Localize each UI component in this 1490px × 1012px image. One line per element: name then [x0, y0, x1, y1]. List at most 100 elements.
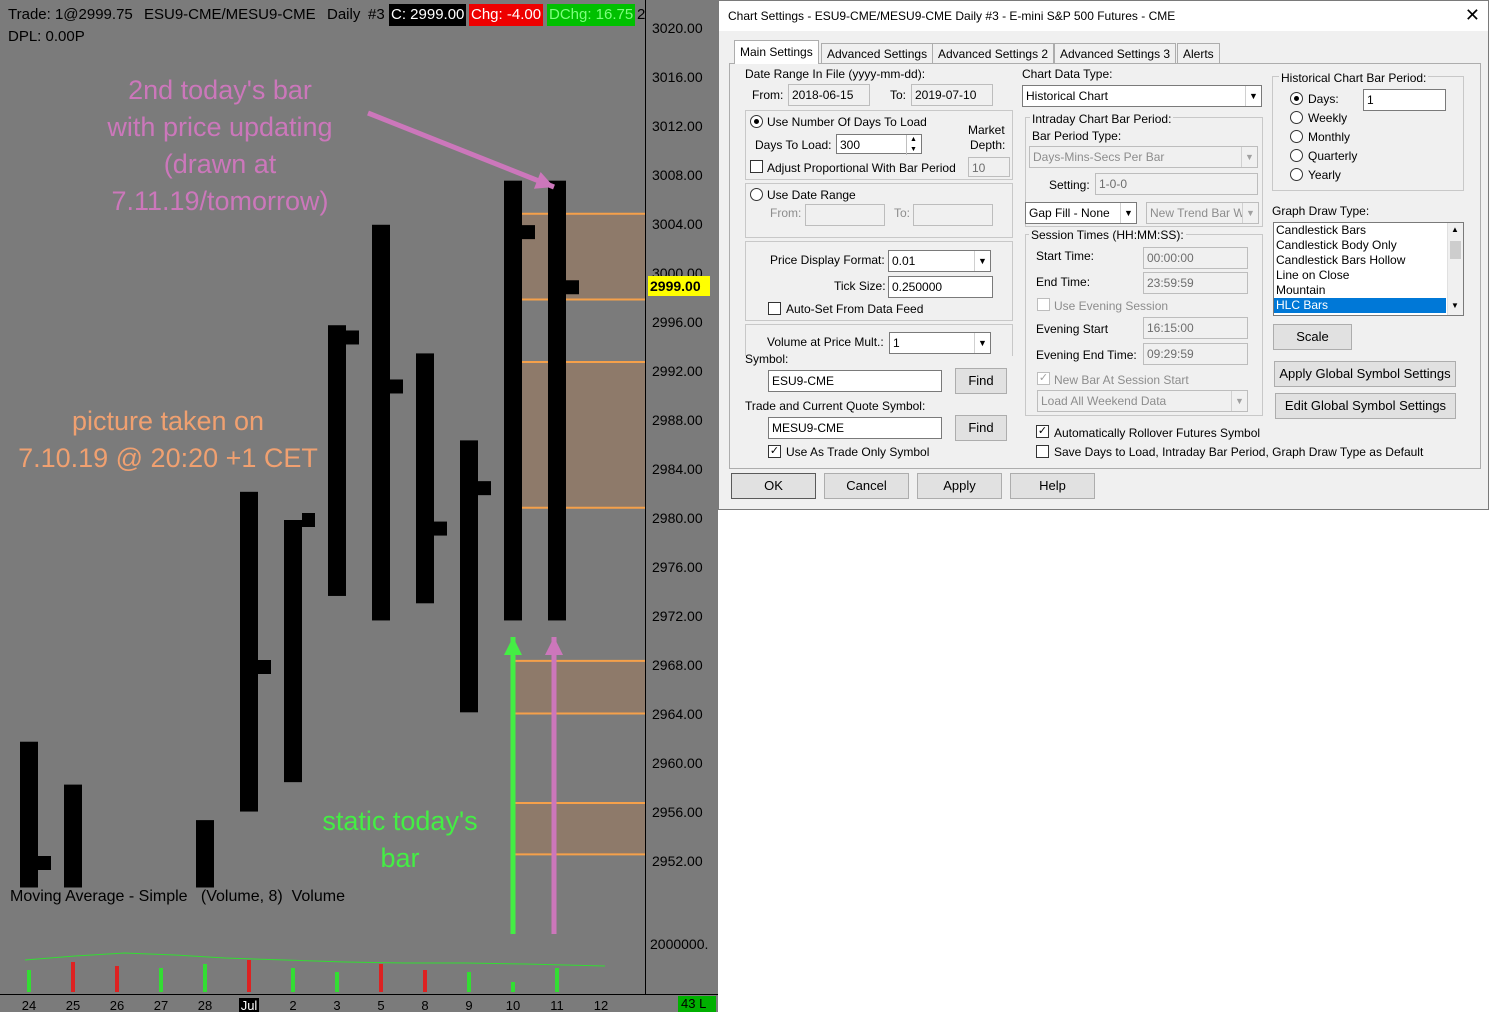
- symbol-field[interactable]: ESU9-CME: [768, 370, 942, 392]
- price-format-value: 0.01: [892, 254, 916, 268]
- price-axis-label: 2976.00: [652, 559, 703, 575]
- vap-value: 1: [893, 336, 900, 350]
- volume-moving-average-line: [24, 952, 606, 967]
- list-item[interactable]: Mountain: [1274, 283, 1446, 298]
- close-tick: [302, 513, 315, 527]
- gap-fill-value: Gap Fill - None: [1029, 206, 1110, 220]
- trade-only-checkbox[interactable]: ✓: [768, 445, 781, 458]
- volume-bar: [71, 962, 75, 992]
- volume-bar: [423, 970, 427, 992]
- close-tick: [566, 280, 579, 295]
- trade-symbol-label: Trade and Current Quote Symbol:: [745, 399, 926, 413]
- close-icon[interactable]: ✕: [1465, 5, 1480, 25]
- time-axis-label: 10: [505, 998, 521, 1012]
- use-date-range-label: Use Date Range: [767, 188, 856, 202]
- use-evening-label: Use Evening Session: [1054, 299, 1169, 313]
- list-item[interactable]: Line on Close: [1274, 268, 1446, 283]
- tab-main-settings[interactable]: Main Settings: [734, 40, 819, 64]
- use-days-radio[interactable]: [750, 115, 763, 128]
- volume-axis-label: 2000000.: [650, 936, 709, 952]
- from-label: From:: [752, 88, 784, 102]
- symbol-find-button[interactable]: Find: [955, 368, 1007, 394]
- chevron-down-icon: ▼: [1120, 203, 1136, 223]
- chevron-up-icon[interactable]: ▲: [1451, 225, 1459, 234]
- close-tick: [434, 521, 447, 536]
- cancel-button[interactable]: Cancel: [824, 473, 909, 499]
- new-trend-bar-select: New Trend Bar W ▼: [1146, 202, 1259, 224]
- annotation-line: (drawn at: [163, 149, 277, 179]
- annotation-second-bar: 2nd today's bar with price updating (dra…: [60, 72, 380, 220]
- market-depth-field: 10: [968, 157, 1010, 177]
- chart-instance: #3: [368, 6, 385, 23]
- volume-bar: [291, 968, 295, 992]
- time-axis-label: 3: [333, 998, 341, 1012]
- price-axis-label: 2952.00: [652, 853, 703, 869]
- annotation-arrow-top: [367, 110, 555, 190]
- save-default-checkbox[interactable]: [1036, 445, 1049, 458]
- apply-button[interactable]: Apply: [917, 473, 1002, 499]
- use-date-range-radio[interactable]: [750, 188, 763, 201]
- tab-alerts[interactable]: Alerts: [1177, 43, 1220, 63]
- volume-value-box: 43 L: [678, 996, 716, 1012]
- period-monthly-radio[interactable]: [1290, 130, 1303, 143]
- list-item[interactable]: Candlestick Bars: [1274, 223, 1446, 238]
- graph-draw-type-list[interactable]: Candlestick Bars Candlestick Body Only C…: [1273, 222, 1464, 316]
- time-axis-label: 12: [593, 998, 609, 1012]
- price-bar: [284, 520, 302, 783]
- tab-advanced-settings[interactable]: Advanced Settings: [821, 43, 934, 63]
- scrollbar-thumb[interactable]: [1450, 241, 1461, 259]
- period-weekly-label: Weekly: [1308, 111, 1348, 125]
- period-yearly-radio[interactable]: [1290, 168, 1303, 181]
- period-quarterly-radio[interactable]: [1290, 149, 1303, 162]
- auto-set-checkbox[interactable]: [768, 302, 781, 315]
- days-spinner[interactable]: ▲ ▼: [906, 135, 920, 155]
- tab-advanced-settings-2[interactable]: Advanced Settings 2: [932, 43, 1055, 63]
- auto-rollover-checkbox[interactable]: ✓: [1036, 425, 1049, 438]
- period-weekly-radio[interactable]: [1290, 111, 1303, 124]
- time-axis-label: 26: [109, 998, 125, 1012]
- vap-select[interactable]: 1 ▼: [889, 332, 991, 354]
- time-axis-label: 9: [465, 998, 473, 1012]
- list-item-selected[interactable]: HLC Bars: [1274, 298, 1446, 313]
- tab-advanced-settings-3[interactable]: Advanced Settings 3: [1054, 43, 1177, 63]
- chart-data-type-value: Historical Chart: [1026, 89, 1109, 103]
- list-item[interactable]: Candlestick Body Only: [1274, 238, 1446, 253]
- dialog-title-bar[interactable]: Chart Settings - ESU9-CME/MESU9-CME Dail…: [719, 1, 1488, 31]
- close-price-box: C: 2999.00: [389, 4, 467, 26]
- adjust-proportional-checkbox[interactable]: [750, 160, 763, 173]
- apply-global-settings-button[interactable]: Apply Global Symbol Settings: [1274, 361, 1456, 387]
- chart-data-type-select[interactable]: Historical Chart ▼: [1022, 85, 1262, 107]
- time-axis-label: 25: [65, 998, 81, 1012]
- price-format-select[interactable]: 0.01 ▼: [888, 250, 991, 272]
- close-tick: [346, 330, 359, 345]
- chevron-down-icon: ▼: [1245, 86, 1261, 106]
- end-time-field: 23:59:59: [1143, 272, 1248, 294]
- price-axis[interactable]: [645, 0, 718, 994]
- list-item[interactable]: Candlestick Bars Hollow: [1274, 253, 1446, 268]
- chevron-down-icon: ▼: [1242, 203, 1258, 223]
- annotation-arrow-green-head: [504, 637, 522, 655]
- edit-global-settings-button[interactable]: Edit Global Symbol Settings: [1275, 393, 1456, 419]
- period-days-radio[interactable]: [1290, 92, 1303, 105]
- trade-symbol-find-button[interactable]: Find: [955, 415, 1007, 441]
- annotation-arrow-pink-head: [545, 637, 563, 655]
- days-period-field[interactable]: 1: [1363, 89, 1446, 111]
- period-monthly-label: Monthly: [1308, 130, 1351, 144]
- market-depth-label: Market: [968, 123, 1005, 137]
- help-button[interactable]: Help: [1010, 473, 1095, 499]
- volume-bar: [555, 968, 559, 992]
- chart-window[interactable]: Trade: 1@2999.75 ESU9-CME/MESU9-CME Dail…: [0, 0, 718, 1012]
- trade-symbol-field[interactable]: MESU9-CME: [768, 417, 942, 439]
- evening-start-label: Evening Start: [1036, 322, 1109, 336]
- chevron-down-icon[interactable]: ▼: [1451, 301, 1459, 310]
- annotation-line: bar: [380, 843, 420, 873]
- days-to-load-label: Days To Load:: [755, 138, 832, 152]
- vap-label: Volume at Price Mult.:: [767, 335, 884, 349]
- scale-button[interactable]: Scale: [1273, 324, 1352, 350]
- use-evening-checkbox: [1037, 298, 1050, 311]
- gap-fill-select[interactable]: Gap Fill - None ▼: [1025, 202, 1137, 224]
- tick-size-field[interactable]: 0.250000: [888, 276, 993, 298]
- ok-button[interactable]: OK: [731, 473, 816, 499]
- setting-field: 1-0-0: [1095, 173, 1258, 195]
- list-scrollbar[interactable]: ▲ ▼: [1447, 223, 1463, 315]
